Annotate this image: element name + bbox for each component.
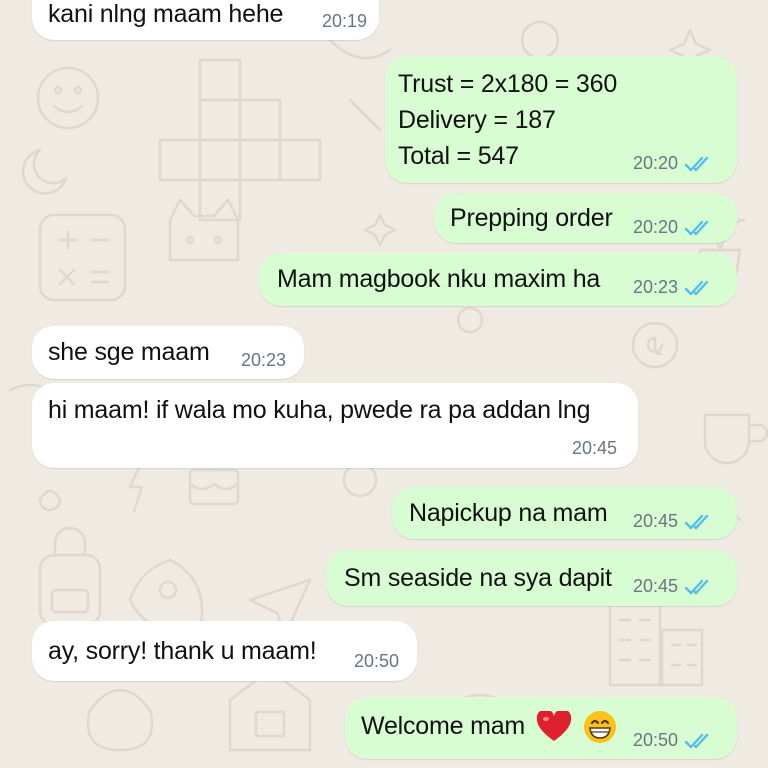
message-meta: 20:45 bbox=[633, 511, 712, 532]
message-meta: 20:23 bbox=[633, 277, 712, 298]
message-bubble-incoming[interactable]: ay, sorry! thank u maam! 20:50 bbox=[32, 621, 417, 681]
message-text: hi maam! if wala mo kuha, pwede ra pa ad… bbox=[48, 396, 591, 424]
red-heart-icon bbox=[536, 711, 571, 742]
message-text: she sge maam bbox=[48, 338, 210, 366]
message-timestamp: 20:19 bbox=[322, 11, 368, 31]
message-text: Mam magbook nku maxim ha bbox=[277, 265, 601, 293]
message-text: kani nlng maam hehe bbox=[48, 0, 284, 28]
message-meta: 20:45 bbox=[633, 576, 712, 597]
message-meta: 20:20 bbox=[633, 217, 712, 238]
double-check-read-icon bbox=[684, 156, 709, 171]
grinning-face-with-smiling-eyes-icon bbox=[583, 711, 616, 744]
message-timestamp: 20:50 bbox=[633, 730, 679, 750]
double-check-read-icon bbox=[684, 514, 709, 529]
message-timestamp: 20:45 bbox=[633, 576, 679, 596]
message-bubble-incoming[interactable]: kani nlng maam hehe 20:19 bbox=[32, 0, 379, 40]
message-text: Prepping order bbox=[450, 204, 613, 232]
message-bubble-outgoing[interactable]: Prepping order 20:20 bbox=[434, 193, 737, 243]
message-bubble-incoming[interactable]: she sge maam 20:23 bbox=[32, 326, 304, 379]
message-meta: 20:20 bbox=[633, 153, 712, 174]
message-timestamp: 20:23 bbox=[633, 277, 679, 297]
message-text: Sm seaside na sya dapit bbox=[344, 564, 612, 592]
double-check-read-icon bbox=[684, 733, 709, 748]
message-text: Total = 547 bbox=[398, 142, 519, 170]
message-text: ay, sorry! thank u maam! bbox=[48, 637, 317, 665]
message-text: Napickup na mam bbox=[409, 499, 608, 527]
message-bubble-outgoing[interactable]: Sm seaside na sya dapit 20:45 bbox=[326, 550, 737, 606]
message-bubble-outgoing[interactable]: Trust = 2x180 = 360 Delivery = 187 Total… bbox=[385, 56, 737, 183]
message-text: Welcome mam bbox=[361, 708, 617, 744]
double-check-read-icon bbox=[684, 280, 709, 295]
message-bubble-incoming[interactable]: hi maam! if wala mo kuha, pwede ra pa ad… bbox=[32, 383, 638, 468]
message-bubble-outgoing[interactable]: Mam magbook nku maxim ha 20:23 bbox=[259, 253, 737, 306]
message-timestamp: 20:45 bbox=[572, 438, 618, 458]
message-bubble-outgoing[interactable]: Napickup na mam 20:45 bbox=[392, 487, 737, 539]
message-timestamp: 20:20 bbox=[633, 217, 679, 237]
message-text: Trust = 2x180 = 360 bbox=[398, 70, 618, 98]
message-timestamp: 20:23 bbox=[241, 350, 287, 370]
message-timestamp: 20:50 bbox=[354, 651, 400, 671]
message-meta: 20:50 bbox=[633, 730, 712, 751]
message-text: Delivery = 187 bbox=[398, 106, 556, 134]
message-timestamp: 20:20 bbox=[633, 153, 679, 173]
double-check-read-icon bbox=[684, 220, 709, 235]
message-bubble-outgoing[interactable]: Welcome mam 20:50 bbox=[345, 697, 737, 759]
message-timestamp: 20:45 bbox=[633, 511, 679, 531]
double-check-read-icon bbox=[684, 579, 709, 594]
